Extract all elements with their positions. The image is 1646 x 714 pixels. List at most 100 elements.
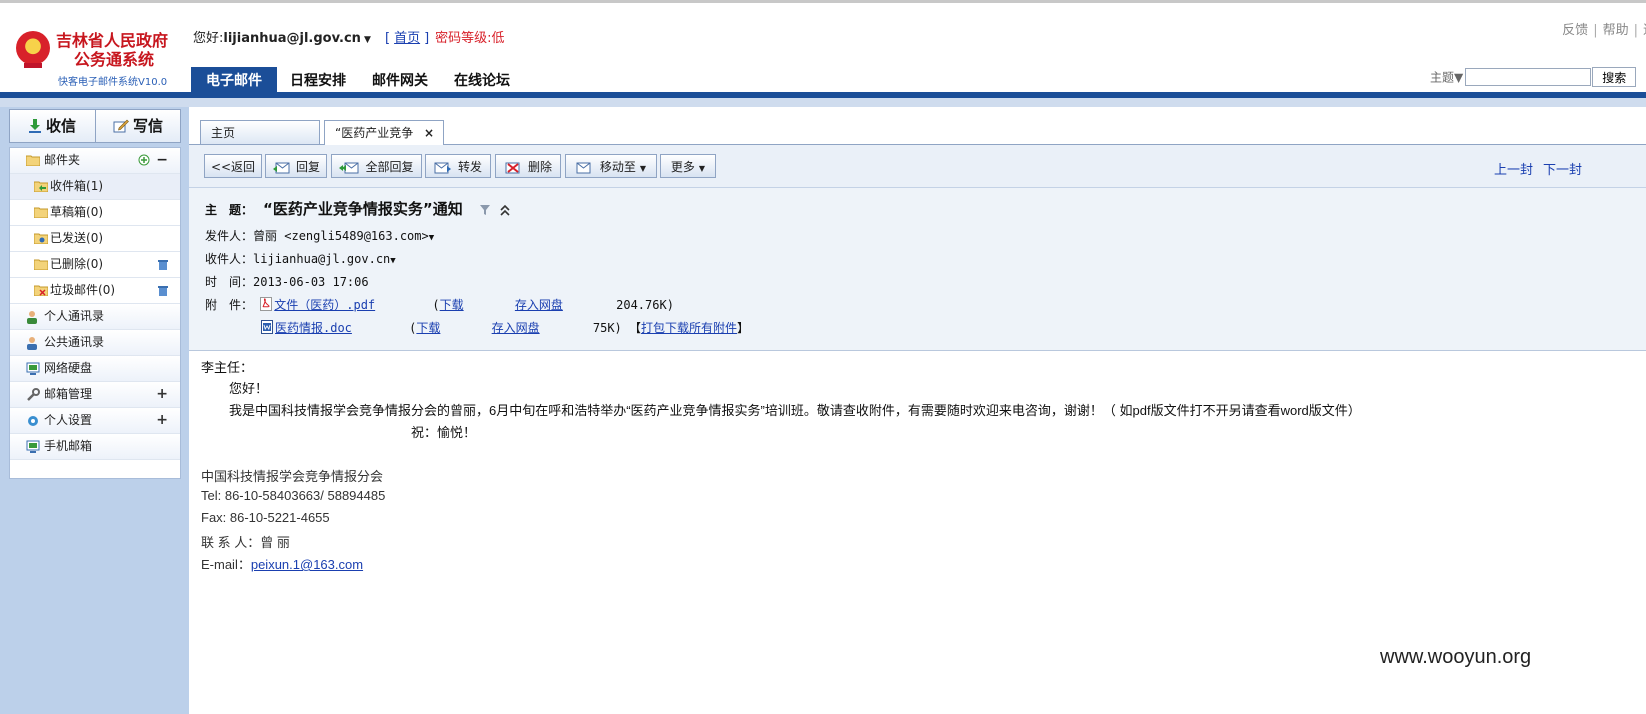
national-emblem-icon bbox=[16, 31, 50, 68]
signature-email-link[interactable]: peixun.1@163.com bbox=[251, 557, 363, 572]
reply-all-label: 全部回复 bbox=[365, 160, 414, 174]
download-doc-link[interactable]: 下载 bbox=[416, 321, 440, 335]
sent-count: (0) bbox=[86, 231, 104, 245]
nav-subbar bbox=[0, 98, 1646, 107]
delete-button[interactable]: 删除 bbox=[495, 154, 561, 178]
reply-all-icon bbox=[339, 162, 359, 174]
close-icon[interactable]: × bbox=[424, 121, 434, 145]
tab-home[interactable]: 主页 bbox=[200, 120, 320, 144]
download-all-attachments-link[interactable]: 打包下载所有附件 bbox=[641, 321, 737, 335]
delete-mail-icon bbox=[505, 162, 520, 174]
delete-label: 删除 bbox=[527, 160, 552, 174]
receive-label: 收信 bbox=[45, 117, 76, 135]
sidebar-item-personal-contacts[interactable]: 个人通讯录 bbox=[10, 304, 180, 330]
from-label: 发件人： bbox=[205, 229, 254, 243]
sidebar-item-mobile-mailbox[interactable]: 手机邮箱 bbox=[10, 434, 180, 460]
expand-icon[interactable]: + bbox=[156, 408, 168, 433]
public-contacts-icon bbox=[27, 337, 37, 350]
inbox-label: 收件箱 bbox=[50, 179, 87, 193]
prev-mail-link[interactable]: 上一封 bbox=[1494, 163, 1533, 178]
sidebar: 收信 写信 邮件夹 − 收件箱(1) 草稿箱(0) 已发送(0) 已删除(0) bbox=[0, 107, 189, 714]
more-dropdown[interactable]: 更多 ▼ bbox=[660, 154, 716, 178]
mail-from[interactable]: 曾丽 <zengli5489@163.com> bbox=[253, 229, 429, 243]
nav-tab-email[interactable]: 电子邮件 bbox=[191, 67, 277, 95]
compose-button[interactable]: 写信 bbox=[95, 110, 180, 142]
sidebar-item-inbox[interactable]: 收件箱(1) bbox=[10, 174, 180, 200]
folder-icon bbox=[26, 155, 40, 166]
personal-settings-label: 个人设置 bbox=[44, 413, 93, 427]
search-bar: 主题▼ 搜索 bbox=[1430, 67, 1637, 87]
sent-folder-icon bbox=[34, 233, 48, 244]
sidebar-item-sent[interactable]: 已发送(0) bbox=[10, 226, 180, 252]
mail-to[interactable]: lijianhua@jl.gov.cn bbox=[253, 252, 390, 266]
mail-action-buttons: 收信 写信 bbox=[9, 109, 181, 143]
attachment-link-doc[interactable]: 医药情报.doc bbox=[275, 321, 352, 335]
flag-icon[interactable] bbox=[479, 204, 491, 216]
mail-pager: 上一封 下一封 bbox=[1494, 159, 1592, 178]
sidebar-item-spam[interactable]: 垃圾邮件(0) bbox=[10, 278, 180, 304]
move-icon bbox=[576, 162, 591, 174]
subject-row: 主 题： “医药产业竞争情报实务”通知 bbox=[205, 198, 510, 219]
logo-title-line2: 公务通系统 bbox=[74, 50, 155, 69]
nav-tab-gateway[interactable]: 邮件网关 bbox=[359, 67, 441, 95]
chevron-down-icon[interactable]: ▼ bbox=[390, 256, 395, 266]
reply-label: 回复 bbox=[295, 160, 320, 174]
nav-tab-schedule[interactable]: 日程安排 bbox=[277, 67, 359, 95]
reply-button[interactable]: 回复 bbox=[265, 154, 327, 178]
network-disk-icon bbox=[26, 362, 40, 375]
forward-label: 转发 bbox=[457, 160, 482, 174]
move-to-label: 移动至 bbox=[599, 160, 636, 174]
reply-all-button[interactable]: 全部回复 bbox=[331, 154, 422, 178]
chevron-down-icon[interactable]: ▼ bbox=[364, 35, 371, 45]
collapse-icon[interactable]: − bbox=[156, 148, 168, 173]
empty-spam-icon[interactable] bbox=[158, 285, 168, 296]
inbox-folder-icon bbox=[34, 181, 48, 192]
search-scope-select[interactable]: 主题▼ bbox=[1430, 71, 1463, 85]
sidebar-item-network-disk[interactable]: 网络硬盘 bbox=[10, 356, 180, 382]
sidebar-item-personal-settings[interactable]: 个人设置 + bbox=[10, 408, 180, 434]
chevron-down-icon[interactable]: ▼ bbox=[429, 233, 434, 243]
tab-mail[interactable]: “医药产业竞争 × bbox=[324, 120, 444, 145]
sidebar-item-public-contacts[interactable]: 公共通讯录 bbox=[10, 330, 180, 356]
deleted-label: 已删除 bbox=[50, 257, 87, 271]
bracket-open: [ bbox=[385, 31, 391, 46]
attachment-size-pdf: 204.76K) bbox=[616, 298, 674, 312]
download-pdf-link[interactable]: 下载 bbox=[440, 298, 464, 312]
save-pdf-to-disk-link[interactable]: 存入网盘 bbox=[515, 298, 563, 312]
spam-count: (0) bbox=[98, 283, 116, 297]
help-link[interactable]: 帮助 bbox=[1603, 23, 1629, 38]
sidebar-item-deleted[interactable]: 已删除(0) bbox=[10, 252, 180, 278]
main-nav: 电子邮件 日程安排 邮件网关 在线论坛 bbox=[191, 67, 523, 95]
attachment-link-pdf[interactable]: 文件（医药）.pdf bbox=[274, 298, 375, 312]
chevron-down-icon: ▼ bbox=[639, 164, 647, 173]
collapse-header-icon[interactable] bbox=[500, 204, 510, 216]
sidebar-item-mailbox-management[interactable]: 邮箱管理 + bbox=[10, 382, 180, 408]
search-button[interactable]: 搜索 bbox=[1592, 67, 1637, 87]
bracket-close: 】 bbox=[737, 321, 750, 335]
add-folder-icon[interactable] bbox=[138, 154, 150, 166]
next-mail-link[interactable]: 下一封 bbox=[1543, 163, 1582, 178]
username-dropdown[interactable]: lijianhua@jl.gov.cn bbox=[223, 31, 361, 46]
body-wish: 祝：愉悦！ bbox=[411, 425, 477, 440]
feedback-link[interactable]: 反馈 bbox=[1562, 23, 1588, 38]
mobile-mailbox-label: 手机邮箱 bbox=[44, 439, 93, 453]
deleted-count: (0) bbox=[86, 257, 104, 271]
sidebar-item-folders[interactable]: 邮件夹 − bbox=[10, 148, 180, 174]
expand-icon[interactable]: + bbox=[156, 382, 168, 407]
tab-strip: 主页 “医药产业竞争 × bbox=[189, 107, 1646, 145]
move-to-dropdown[interactable]: 移动至 ▼ bbox=[565, 154, 657, 178]
mail-time: 2013-06-03 17:06 bbox=[253, 275, 369, 289]
compose-label: 写信 bbox=[132, 117, 163, 135]
save-doc-to-disk-link[interactable]: 存入网盘 bbox=[492, 321, 540, 335]
forward-button[interactable]: 转发 bbox=[425, 154, 491, 178]
search-input[interactable] bbox=[1465, 68, 1592, 86]
contacts-icon bbox=[27, 311, 37, 324]
back-button[interactable]: <<返回 bbox=[204, 154, 262, 178]
mail-toolbar: <<返回 回复 全部回复 转发 删除 移动至 ▼ 更多 ▼ 上一封 下一封 bbox=[189, 145, 1646, 188]
receive-button[interactable]: 收信 bbox=[10, 110, 94, 142]
home-link[interactable]: 首页 bbox=[394, 31, 420, 46]
nav-tab-forum[interactable]: 在线论坛 bbox=[441, 67, 523, 95]
sidebar-item-drafts[interactable]: 草稿箱(0) bbox=[10, 200, 180, 226]
empty-trash-icon[interactable] bbox=[158, 259, 168, 270]
watermark: www.wooyun.org bbox=[1380, 646, 1532, 668]
